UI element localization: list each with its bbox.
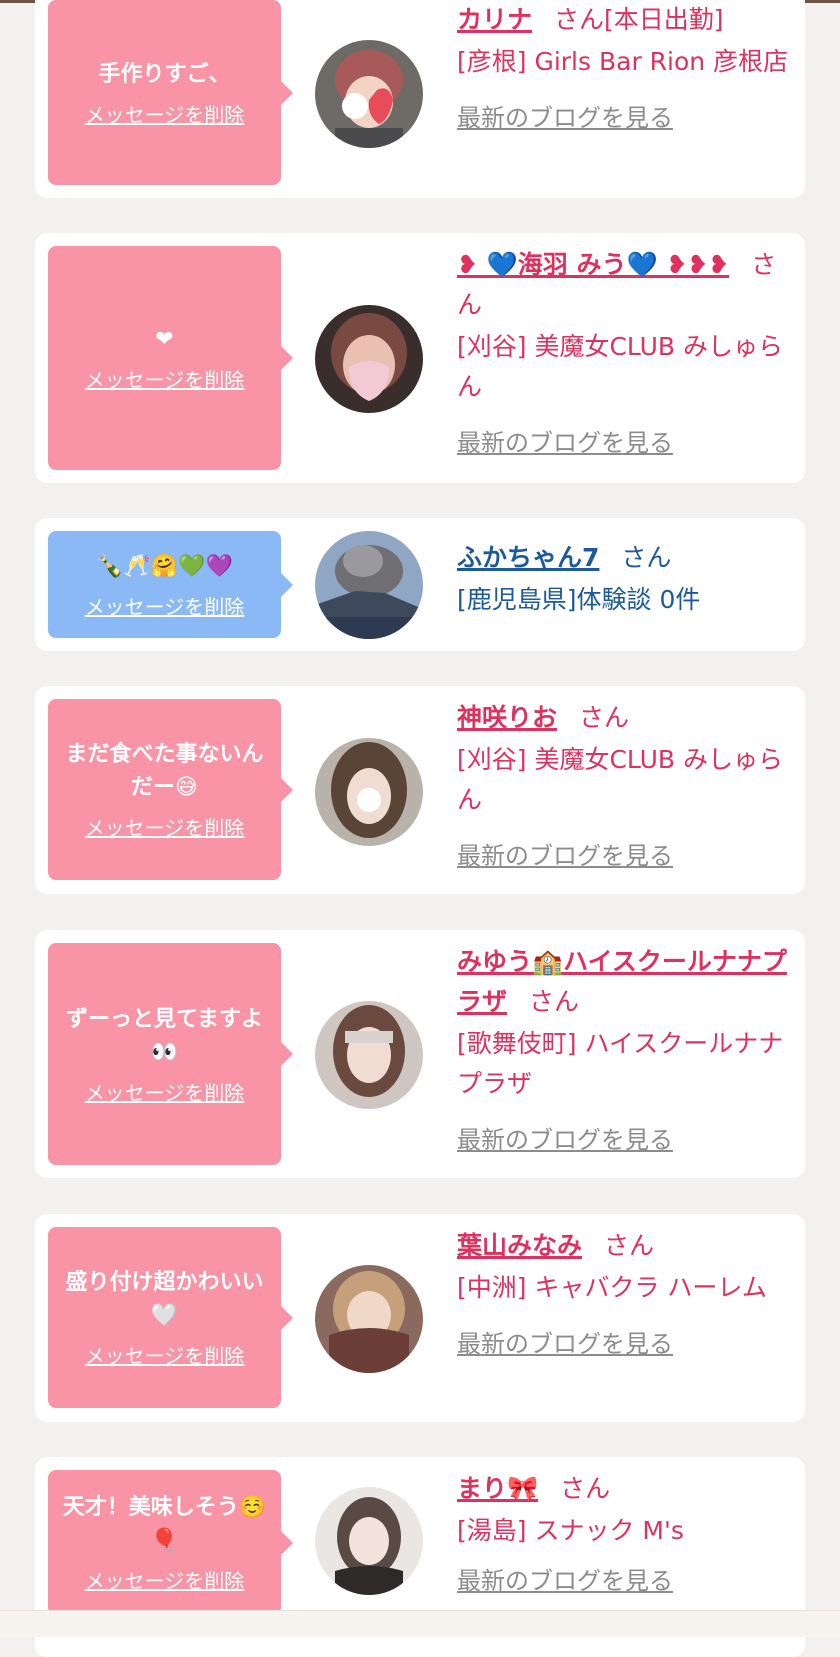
sender-name-link[interactable]: 葉山みなみ <box>457 1231 582 1260</box>
san-label: さん <box>529 987 580 1016</box>
message-text: まだ食べた事ないんだー😅 <box>65 742 264 800</box>
message-card: 手作りすご、 メッセージを削除 カリナ さん[本日出勤] [彦根] Girls B… <box>35 0 805 198</box>
message-bubble: まだ食べた事ないんだー😅 メッセージを削除 <box>48 699 293 880</box>
message-bubble: 天才！美味しそう☺️🎈 メッセージを削除 <box>48 1470 293 1615</box>
san-label: さん <box>621 543 672 572</box>
avatar[interactable] <box>315 305 423 413</box>
avatar[interactable] <box>315 40 423 148</box>
san-label: さん <box>604 1231 655 1260</box>
sender-info: ❥ 💙海羽 みう💙 ❥❥❥ さん [刈谷] 美魔女CLUB みしゅらん 最新のブロ… <box>457 245 792 461</box>
delete-message-link[interactable]: メッセージを削除 <box>85 812 245 841</box>
sender-info: ふかちゃん7 さん [鹿児島県]体験談 0件 <box>457 538 792 620</box>
avatar[interactable] <box>315 1487 423 1595</box>
message-card: 盛り付け超かわいい🤍 メッセージを削除 葉山みなみ さん [中洲] キャバクラ ハ… <box>35 1214 805 1422</box>
delete-message-link[interactable]: メッセージを削除 <box>85 1340 245 1369</box>
sender-name-link[interactable]: みゆう🏫ハイスクールナナプラザ <box>457 947 787 1016</box>
avatar[interactable] <box>315 1001 423 1109</box>
view-blog-link[interactable]: 最新のブログを見る <box>457 1563 673 1599</box>
sender-info: カリナ さん[本日出勤] [彦根] Girls Bar Rion 彦根店 最新のブ… <box>457 0 792 136</box>
sender-info: まり🎀 さん [湯島] スナック M's 最新のブログを見る <box>457 1469 792 1599</box>
message-card: ❤ メッセージを削除 ❥ 💙海羽 みう💙 ❥❥❥ さん [刈谷] 美魔女CLUB … <box>35 233 805 483</box>
store-info: [歌舞伎町] ハイスクールナナプラザ <box>457 1029 784 1098</box>
delete-message-link[interactable]: メッセージを削除 <box>85 1077 245 1106</box>
delete-message-link[interactable]: メッセージを削除 <box>85 99 245 128</box>
store-info: [湯島] スナック M's <box>457 1516 684 1545</box>
view-blog-link[interactable]: 最新のブログを見る <box>457 1122 673 1158</box>
sender-info: 神咲りお さん [刈谷] 美魔女CLUB みしゅらん 最新のブログを見る <box>457 698 792 874</box>
message-text: 手作りすご、 <box>98 61 231 87</box>
san-label: さん <box>560 1474 611 1503</box>
message-card: 🍾🥂🤗💚💜 メッセージを削除 ふかちゃん7 さん [鹿児島県]体験談 0件 <box>35 518 805 651</box>
bottom-toolbar <box>0 1610 840 1637</box>
store-info: [中洲] キャバクラ ハーレム <box>457 1273 767 1302</box>
sender-info: みゆう🏫ハイスクールナナプラザ さん [歌舞伎町] ハイスクールナナプラザ 最新の… <box>457 942 792 1158</box>
message-text: 🍾🥂🤗💚💜 <box>96 553 233 579</box>
view-blog-link[interactable]: 最新のブログを見る <box>457 1326 673 1362</box>
message-text: ずーっと見てますよ👀 <box>66 1006 263 1065</box>
message-bubble: 盛り付け超かわいい🤍 メッセージを削除 <box>48 1227 293 1408</box>
status-text: [本日出勤] <box>604 5 724 34</box>
sender-name-link[interactable]: まり🎀 <box>457 1474 538 1503</box>
store-info: [刈谷] 美魔女CLUB みしゅらん <box>457 745 783 814</box>
store-info: [鹿児島県]体験談 0件 <box>457 585 701 614</box>
delete-message-link[interactable]: メッセージを削除 <box>85 591 245 620</box>
view-blog-link[interactable]: 最新のブログを見る <box>457 425 673 461</box>
message-text: ❤ <box>155 327 174 352</box>
sender-name-link[interactable]: 神咲りお <box>457 703 557 732</box>
delete-message-link[interactable]: メッセージを削除 <box>85 364 245 393</box>
avatar[interactable] <box>315 738 423 846</box>
sender-name-link[interactable]: ❥ 💙海羽 みう💙 ❥❥❥ <box>457 250 729 279</box>
delete-message-link[interactable]: メッセージを削除 <box>85 1565 245 1594</box>
message-text: 天才！美味しそう☺️🎈 <box>62 1495 267 1553</box>
san-label: さん <box>579 703 630 732</box>
view-blog-link[interactable]: 最新のブログを見る <box>457 838 673 874</box>
message-bubble: 🍾🥂🤗💚💜 メッセージを削除 <box>48 531 293 638</box>
message-card: ずーっと見てますよ👀 メッセージを削除 みゆう🏫ハイスクールナナプラザ さん [歌… <box>35 930 805 1178</box>
avatar[interactable] <box>315 531 423 639</box>
message-bubble: ❤ メッセージを削除 <box>48 246 293 470</box>
message-text: 盛り付け超かわいい🤍 <box>65 1270 264 1328</box>
san-label: さん <box>554 5 605 34</box>
message-card: まだ食べた事ないんだー😅 メッセージを削除 神咲りお さん [刈谷] 美魔女CLU… <box>35 686 805 894</box>
message-bubble: ずーっと見てますよ👀 メッセージを削除 <box>48 943 293 1165</box>
store-info: [彦根] Girls Bar Rion 彦根店 <box>457 47 789 76</box>
message-bubble: 手作りすご、 メッセージを削除 <box>48 0 293 185</box>
avatar[interactable] <box>315 1265 423 1373</box>
sender-info: 葉山みなみ さん [中洲] キャバクラ ハーレム 最新のブログを見る <box>457 1226 792 1362</box>
store-info: [刈谷] 美魔女CLUB みしゅらん <box>457 332 783 401</box>
sender-name-link[interactable]: カリナ <box>457 5 532 34</box>
view-blog-link[interactable]: 最新のブログを見る <box>457 100 673 136</box>
sender-name-link[interactable]: ふかちゃん7 <box>457 543 599 572</box>
